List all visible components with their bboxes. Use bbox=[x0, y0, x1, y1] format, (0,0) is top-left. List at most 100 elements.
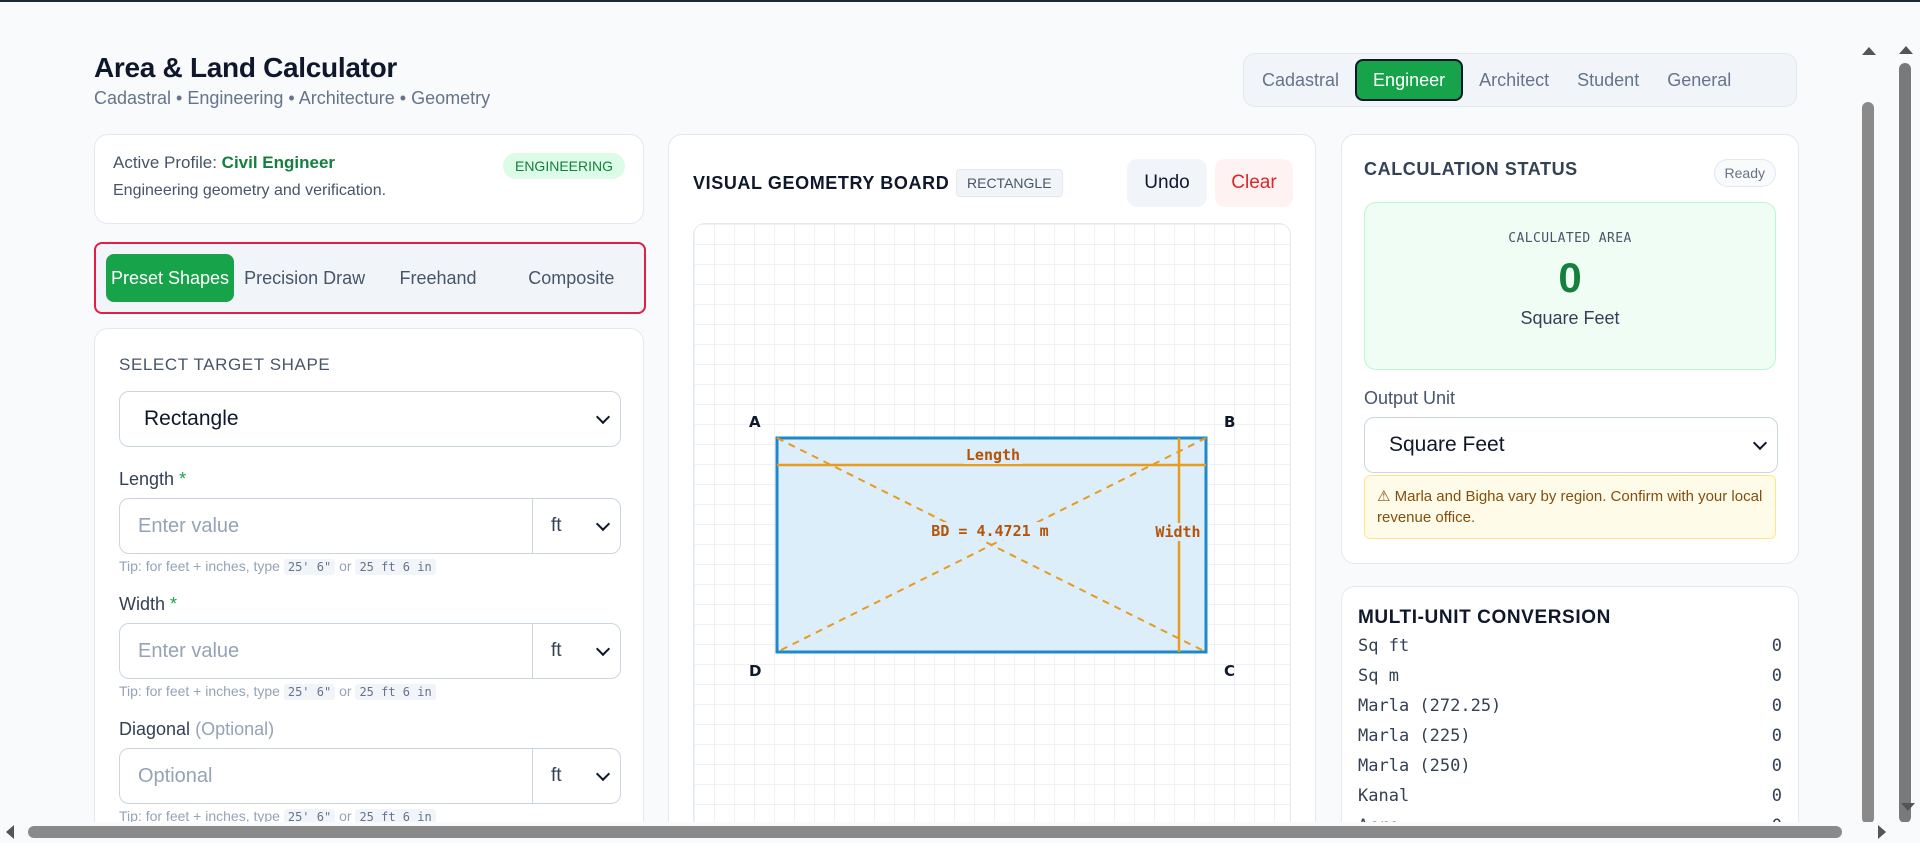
inner-scroll-up-arrow-icon[interactable] bbox=[1862, 47, 1876, 55]
conversion-unit: Sq ft bbox=[1358, 636, 1410, 656]
diagonal-label-text: Diagonal bbox=[119, 719, 191, 739]
diagonal-unit-select[interactable]: ft bbox=[532, 749, 620, 803]
conversion-value: 0 bbox=[1771, 696, 1782, 716]
vertical-scrollbar[interactable] bbox=[1899, 63, 1911, 823]
conversion-value: 0 bbox=[1771, 756, 1782, 776]
scroll-right-arrow-icon[interactable] bbox=[1878, 825, 1886, 839]
tip-code: 25' 6" bbox=[283, 684, 336, 700]
calculation-status-card: CALCULATION STATUS Ready CALCULATED AREA… bbox=[1341, 134, 1799, 564]
mode-tab-freehand[interactable]: Freehand bbox=[375, 254, 500, 302]
calculated-area-box: CALCULATED AREA 0 Square Feet bbox=[1364, 202, 1776, 370]
drawing-canvas[interactable]: Length Width BD = 4.4721 m A B C D bbox=[693, 223, 1291, 828]
conversion-row: Kanal 0 bbox=[1358, 781, 1782, 811]
undo-button[interactable]: Undo bbox=[1127, 159, 1207, 207]
vertex-label-c: C bbox=[1224, 662, 1235, 680]
length-unit-value: ft bbox=[551, 515, 562, 536]
width-unit-value: ft bbox=[551, 640, 562, 661]
length-label: Length * bbox=[119, 469, 619, 490]
conversion-row: Marla (250) 0 bbox=[1358, 751, 1782, 781]
width-dimension-label: Width bbox=[1155, 523, 1200, 541]
profile-badge: ENGINEERING bbox=[502, 153, 625, 179]
inner-vertical-scrollbar[interactable] bbox=[1862, 102, 1874, 824]
conversion-row: Marla (272.25) 0 bbox=[1358, 691, 1782, 721]
vertex-label-a: A bbox=[749, 413, 761, 431]
length-input[interactable]: Enter value bbox=[120, 499, 532, 553]
profile-prefix: Active Profile: bbox=[113, 153, 217, 172]
select-shape-label: SELECT TARGET SHAPE bbox=[119, 355, 331, 374]
shape-select-value: Rectangle bbox=[144, 407, 239, 430]
required-marker: * bbox=[170, 594, 178, 614]
area-label: CALCULATED AREA bbox=[1508, 231, 1632, 246]
active-profile-card: Active Profile: Civil Engineer Engineeri… bbox=[94, 134, 644, 224]
conversion-list: Sq ft 0 Sq m 0 Marla (272.25) 0 Marla (225)… bbox=[1358, 631, 1782, 828]
diagonal-input[interactable]: Optional bbox=[120, 749, 532, 803]
conversion-row: Marla (225) 0 bbox=[1358, 721, 1782, 751]
shape-input-card: SELECT TARGET SHAPE Rectangle Length * E… bbox=[94, 328, 644, 828]
role-tab-architect[interactable]: Architect bbox=[1467, 59, 1561, 101]
tip-text: Tip: for feet + inches, type bbox=[119, 558, 280, 574]
role-tab-engineer[interactable]: Engineer bbox=[1355, 59, 1464, 101]
app-header: Area & Land Calculator Cadastral • Engin… bbox=[94, 52, 490, 109]
vertex-label-b: B bbox=[1224, 413, 1235, 431]
conversion-value: 0 bbox=[1771, 726, 1782, 746]
mode-tab-precision-draw[interactable]: Precision Draw bbox=[242, 254, 367, 302]
input-mode-tabs: Preset Shapes Precision Draw Freehand Co… bbox=[94, 242, 646, 314]
mode-tab-composite[interactable]: Composite bbox=[509, 254, 634, 302]
app-subtitle: Cadastral • Engineering • Architecture •… bbox=[94, 88, 491, 108]
tip-or: or bbox=[339, 558, 352, 574]
clear-button[interactable]: Clear bbox=[1215, 159, 1293, 207]
profile-name: Civil Engineer bbox=[221, 153, 336, 172]
scroll-down-arrow-icon[interactable] bbox=[1901, 803, 1915, 811]
board-title: VISUAL GEOMETRY BOARD bbox=[693, 173, 950, 193]
chevron-down-icon bbox=[595, 409, 611, 425]
scroll-left-arrow-icon[interactable] bbox=[6, 825, 14, 839]
conversion-unit: Marla (250) bbox=[1358, 756, 1471, 776]
width-label-text: Width bbox=[119, 594, 166, 614]
role-tabs: Cadastral Engineer Architect Student Gen… bbox=[1243, 53, 1797, 107]
horizontal-scrollbar[interactable] bbox=[28, 826, 1842, 838]
output-unit-select[interactable]: Square Feet bbox=[1364, 417, 1778, 473]
length-tip: Tip: for feet + inches, type 25' 6" or 2… bbox=[119, 558, 619, 575]
geometry-board-card: VISUAL GEOMETRY BOARD RECTANGLE Undo Cle… bbox=[668, 134, 1316, 828]
output-unit-value: Square Feet bbox=[1389, 433, 1505, 456]
vertex-label-d: D bbox=[749, 662, 761, 680]
diagonal-measure-label: BD = 4.4721 m bbox=[931, 522, 1048, 540]
width-label: Width * bbox=[119, 594, 619, 615]
profile-description: Engineering geometry and verification. bbox=[113, 182, 387, 199]
page: Area & Land Calculator Cadastral • Engin… bbox=[36, 38, 1858, 828]
width-input[interactable]: Enter value bbox=[120, 624, 532, 678]
chevron-down-icon bbox=[1752, 435, 1768, 451]
role-tab-cadastral[interactable]: Cadastral bbox=[1250, 59, 1351, 101]
shape-tag: RECTANGLE bbox=[956, 169, 1063, 197]
shape-select[interactable]: Rectangle bbox=[119, 391, 621, 447]
conversion-unit: Sq m bbox=[1358, 666, 1399, 686]
optional-marker: (Optional) bbox=[195, 719, 275, 739]
tip-or: or bbox=[339, 683, 352, 699]
tip-text: Tip: for feet + inches, type bbox=[119, 683, 280, 699]
app-title: Area & Land Calculator bbox=[94, 52, 398, 83]
conversion-value: 0 bbox=[1771, 636, 1782, 656]
area-value: 0 bbox=[1558, 254, 1582, 301]
role-tab-student[interactable]: Student bbox=[1565, 59, 1651, 101]
diagonal-label: Diagonal (Optional) bbox=[119, 719, 619, 740]
length-unit-select[interactable]: ft bbox=[532, 499, 620, 553]
scroll-up-arrow-icon[interactable] bbox=[1899, 46, 1913, 54]
diagonal-unit-value: ft bbox=[551, 765, 562, 786]
role-tab-general[interactable]: General bbox=[1655, 59, 1743, 101]
length-field: Enter value ft bbox=[119, 498, 621, 554]
required-marker: * bbox=[179, 469, 187, 489]
chevron-down-icon bbox=[595, 516, 611, 532]
chevron-down-icon bbox=[595, 766, 611, 782]
chevron-down-icon bbox=[595, 641, 611, 657]
conversion-unit: Marla (225) bbox=[1358, 726, 1471, 746]
multi-unit-conversion-card: MULTI-UNIT CONVERSION Sq ft 0 Sq m 0 Marla… bbox=[1341, 586, 1799, 828]
conversion-value: 0 bbox=[1771, 666, 1782, 686]
tip-code: 25 ft 6 in bbox=[355, 684, 436, 700]
conversion-value: 0 bbox=[1771, 786, 1782, 806]
tip-code: 25' 6" bbox=[283, 559, 336, 575]
conversion-unit: Kanal bbox=[1358, 786, 1410, 806]
mode-tab-preset-shapes[interactable]: Preset Shapes bbox=[106, 254, 234, 302]
window-top-border bbox=[0, 0, 1920, 2]
width-unit-select[interactable]: ft bbox=[532, 624, 620, 678]
geometry-svg: Length Width BD = 4.4721 m A B C D bbox=[749, 413, 1235, 680]
